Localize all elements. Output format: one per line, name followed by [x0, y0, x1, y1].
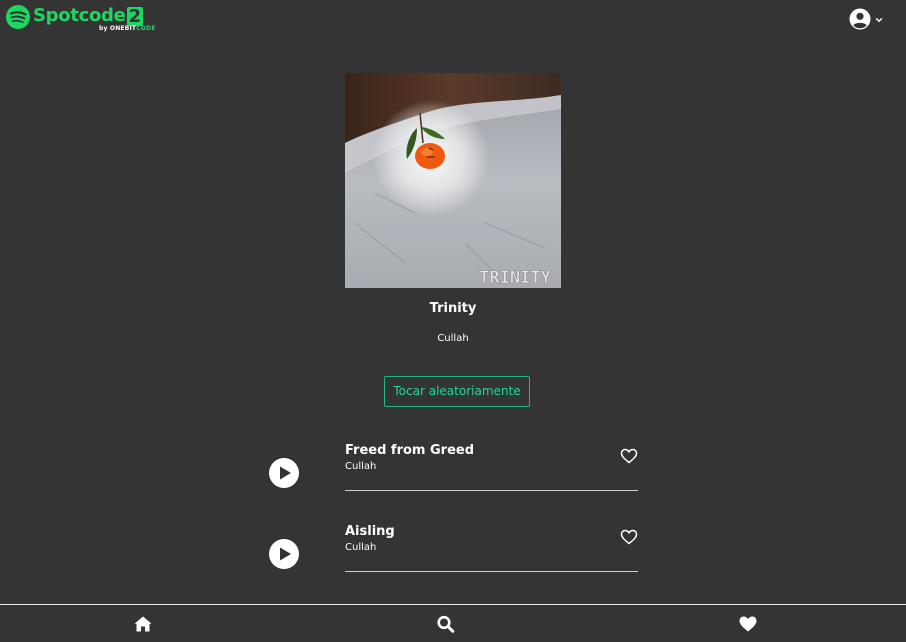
play-icon — [280, 466, 291, 480]
spotcode-logo[interactable]: Spotcode 2 by ONEBITCODE — [6, 5, 155, 32]
logo-wordmark: Spotcode — [33, 5, 126, 26]
favorite-heart-icon[interactable] — [620, 448, 638, 464]
bottom-navbar — [0, 604, 906, 642]
logo-byline-brand-b: CODE — [136, 25, 156, 32]
user-circle-icon — [849, 8, 871, 30]
user-menu-toggle[interactable] — [849, 8, 884, 30]
track-name[interactable]: Aisling — [345, 524, 395, 539]
chevron-down-icon — [875, 18, 883, 23]
track-artist: Cullah — [345, 542, 377, 553]
play-button[interactable] — [269, 539, 299, 569]
home-icon[interactable] — [133, 615, 153, 633]
favorite-heart-icon[interactable] — [620, 529, 638, 545]
logo-byline-brand-a: ONEBIT — [109, 25, 137, 32]
track-divider — [345, 490, 638, 491]
search-icon[interactable] — [436, 615, 456, 633]
album-artist[interactable]: Cullah — [345, 333, 561, 344]
track-artist: Cullah — [345, 461, 377, 472]
track-name[interactable]: Freed from Greed — [345, 443, 474, 458]
cover-title-text: TRINITY — [479, 268, 551, 288]
album-cover: TRINITY — [345, 73, 561, 288]
logo-number: 2 — [126, 6, 144, 27]
heart-icon[interactable] — [738, 615, 758, 633]
logo-byline: by ONEBITCODE — [99, 25, 156, 32]
play-icon — [280, 547, 291, 561]
top-navbar: Spotcode 2 by ONEBITCODE — [0, 0, 906, 40]
logo-byline-by: by — [99, 25, 108, 32]
shuffle-play-button[interactable]: Tocar aleatoriamente — [384, 376, 530, 407]
spotcode-logo-icon — [6, 5, 30, 29]
track-divider — [345, 571, 638, 572]
play-button[interactable] — [269, 458, 299, 488]
album-title: Trinity — [429, 301, 477, 316]
